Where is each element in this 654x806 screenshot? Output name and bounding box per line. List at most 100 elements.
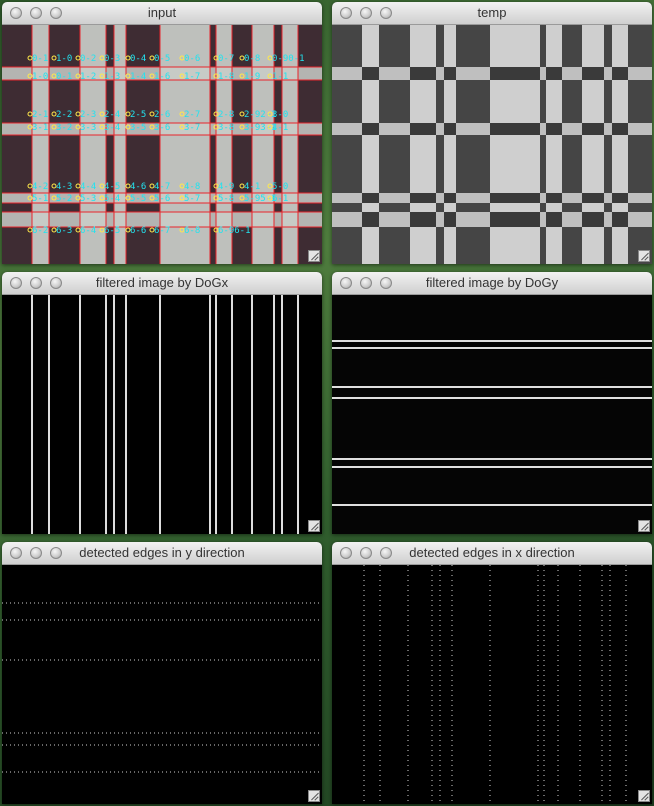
intersection-label: 3-5 [130,123,146,133]
gray-crossing [490,212,540,227]
intersection-label: 2-3 [80,110,96,120]
temp-image [332,25,652,264]
intersection-label: 1-4 [130,72,146,82]
intersection-label: 6-6 [130,226,146,236]
intersection-label: 6-5 [104,226,120,236]
gray-crossing [362,193,379,203]
gray-crossing [444,212,456,227]
intersection-label: 1-3 [104,72,120,82]
intersection-label: 4-4 [80,182,96,192]
titlebar[interactable]: temp [332,2,652,25]
gray-crossing [612,193,628,203]
gray-crossing [546,193,562,203]
intersection-label: 5-7 [184,194,200,204]
titlebar[interactable]: filtered image by DoGx [2,272,322,295]
gray-crossing [490,193,540,203]
window-temp[interactable]: temp [332,2,652,264]
intersection-label: 4-7 [154,182,170,192]
titlebar[interactable]: filtered image by DoGy [332,272,652,295]
titlebar[interactable]: detected edges in x direction [332,542,652,565]
gray-stripe [410,25,436,264]
intersection-label: 0-2 [80,54,96,64]
titlebar[interactable]: detected edges in y direction [2,542,322,565]
intersection-label: 5-2 [56,194,72,204]
intersection-label: 5-6 [154,194,170,204]
gray-crossing [546,212,562,227]
window-dogx[interactable]: filtered image by DoGx [2,272,322,534]
resize-grip-icon[interactable] [638,520,650,532]
intersection-label: 1-6 [154,72,170,82]
gray-crossing [410,123,436,135]
resize-grip-icon[interactable] [638,250,650,262]
gray-crossing [444,67,456,80]
window-title: temp [477,5,507,20]
resize-grip-icon[interactable] [638,790,650,802]
intersection-label: 1-1 [272,72,288,82]
intersection-label: 6-3 [56,226,72,236]
intersection-label: 2-2 [56,110,72,120]
edges-x-image [332,565,652,804]
gray-crossing [546,67,562,80]
image-view [332,565,652,804]
intersection-label: 6-96-1 [218,226,251,236]
window-input[interactable]: input 0-1 1-0 0-2 0-3 0-4 0-5 0-6 0-7 0-8 0-90-1 1… [2,2,322,264]
intersection-label: 5-4 [104,194,120,204]
intersection-label: 1-0 [56,54,72,64]
intersection-label: 6-7 [154,226,170,236]
gray-crossing [410,67,436,80]
intersection-label: 5-8 [218,194,234,204]
edges-y-image [2,565,322,804]
intersection-label: 2-4 [104,110,120,120]
intersection-label: 3-0 [272,110,288,120]
window-title: filtered image by DoGx [95,275,229,290]
intersection-label: 1-7 [184,72,200,82]
window-edges-y[interactable]: detected edges in y direction [2,542,322,804]
window-title: filtered image by DoGy [425,275,559,290]
intersection-label: 0-6 [184,54,200,64]
gray-crossing [490,67,540,80]
intersection-label: 0-5 [154,54,170,64]
intersection-label: 3-8 [218,123,234,133]
gray-crossing [410,193,436,203]
dogy-image [332,295,652,534]
gray-crossing [362,123,379,135]
image-view [332,295,652,534]
intersection-label: 3-6 [154,123,170,133]
window-title: input [147,5,177,20]
intersection-label: 4-8 [184,182,200,192]
intersection-label: 5-5 [130,194,146,204]
gray-crossing [582,193,604,203]
resize-grip-icon[interactable] [308,250,320,262]
intersection-label: 3-2 [56,123,72,133]
titlebar[interactable]: input [2,2,322,25]
intersection-label: 1-8 [218,72,234,82]
gray-crossing [612,123,628,135]
gray-stripe [362,25,379,264]
gray-crossing [490,123,540,135]
intersection-label: 5-3 [80,194,96,204]
intersection-label: 0-8 [244,54,260,64]
gray-stripe [490,25,540,264]
image-view [2,295,322,534]
dogx-image [2,295,322,534]
gray-crossing [444,193,456,203]
intersection-label: 2-8 [218,110,234,120]
window-title: detected edges in x direction [409,545,575,560]
intersection-label: 4-5 [104,182,120,192]
input-image: 0-1 1-0 0-2 0-3 0-4 0-5 0-6 0-7 0-8 0-90-1 1-0 0-1 1… [2,25,322,264]
intersection-label: 3-7 [184,123,200,133]
intersection-label: 2-7 [184,110,200,120]
intersection-label: 4-2 [32,182,48,192]
gray-crossing [362,212,379,227]
resize-grip-icon[interactable] [308,790,320,802]
resize-grip-icon[interactable] [308,520,320,532]
intersection-label: 3-3 [80,123,96,133]
gray-crossing [546,123,562,135]
gray-crossing [612,67,628,80]
window-dogy[interactable]: filtered image by DoGy [332,272,652,534]
intersection-label: 1-9 [244,72,260,82]
window-edges-x[interactable]: detected edges in x direction [332,542,652,804]
gray-crossing [582,212,604,227]
intersection-label: 3-1 [32,123,48,133]
intersection-label: 2-5 [130,110,146,120]
